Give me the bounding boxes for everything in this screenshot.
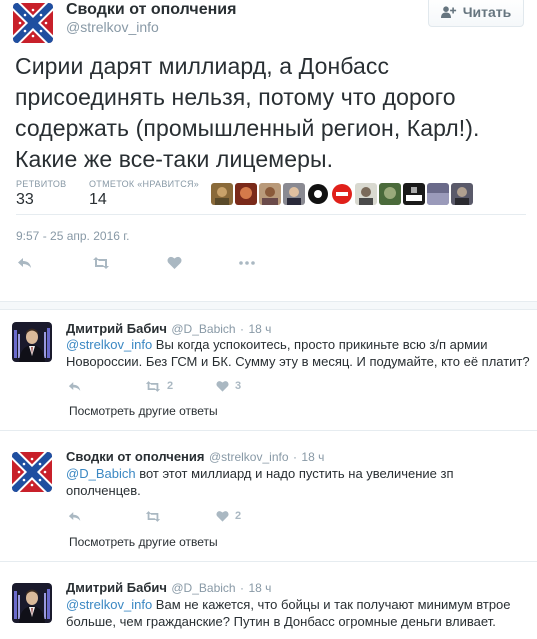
reply-mention[interactable]: @strelkov_info — [66, 337, 152, 352]
reply-mention[interactable]: @strelkov_info — [66, 597, 152, 612]
reply-reply-button[interactable] — [68, 511, 145, 522]
reply-author-name[interactable]: Дмитрий Бабич — [66, 580, 167, 595]
liker-avatar[interactable] — [307, 183, 329, 205]
reply-icon — [68, 381, 81, 391]
liker-avatar[interactable] — [355, 183, 377, 205]
like-icon — [167, 256, 182, 269]
reply-actions: 2 — [68, 510, 268, 522]
liker-avatar[interactable] — [427, 183, 449, 205]
retweets-count[interactable]: 33 — [16, 191, 34, 209]
reply-author-handle[interactable]: @D_Babich — [171, 581, 235, 595]
liker-avatar[interactable] — [283, 183, 305, 205]
reply-text: @D_Babich вот этот миллиард и надо пусти… — [66, 465, 496, 499]
like-button[interactable] — [167, 256, 239, 269]
reply-actions: 2 3 — [68, 380, 268, 392]
reply-button[interactable] — [17, 257, 92, 269]
reply-retweet-button[interactable] — [145, 510, 216, 522]
reply-text: @strelkov_info Вы когда успокоитесь, про… — [66, 336, 530, 370]
reply-author-name[interactable]: Сводки от ополчения — [66, 449, 205, 464]
reply-age[interactable]: 18 ч — [301, 450, 324, 464]
reply-author-handle[interactable]: @strelkov_info — [209, 450, 289, 464]
retweet-icon — [93, 256, 109, 269]
like-icon — [216, 511, 229, 522]
reply-header: Дмитрий Бабич @D_Babich · 18 ч — [66, 579, 271, 597]
stats-divider — [16, 214, 526, 215]
reply-avatar[interactable] — [12, 452, 52, 492]
reply-like-count: 2 — [235, 510, 242, 522]
reply-header: Сводки от ополчения @strelkov_info · 18 … — [66, 448, 324, 466]
reply-like-button[interactable]: 2 — [216, 510, 241, 522]
replies-separator — [0, 301, 537, 310]
reply-icon — [18, 257, 31, 268]
reply-divider — [0, 561, 537, 562]
reply-reply-button[interactable] — [68, 381, 145, 392]
show-more-replies-link[interactable]: Посмотреть другие ответы — [69, 535, 218, 549]
like-icon — [216, 381, 229, 392]
likes-count[interactable]: 14 — [89, 191, 107, 209]
reply-author-name[interactable]: Дмитрий Бабич — [66, 321, 167, 336]
tweet-actions — [17, 256, 257, 269]
reply-sep: · — [240, 581, 245, 595]
reply-avatar[interactable] — [12, 583, 52, 623]
more-button[interactable] — [239, 260, 255, 265]
reply-like-button[interactable]: 3 — [216, 380, 241, 392]
liker-avatar[interactable] — [235, 183, 257, 205]
tweet-text: Сирии дарят миллиард, а Донбасс присоеди… — [15, 53, 480, 172]
reply-retweet-count: 2 — [167, 380, 174, 392]
liker-avatar[interactable] — [379, 183, 401, 205]
likers-avatars — [211, 183, 473, 205]
likes-label: ОТМЕТОК «НРАВИТСЯ» — [89, 179, 200, 189]
reply-age[interactable]: 18 ч — [249, 581, 272, 595]
reply-avatar[interactable] — [12, 322, 52, 362]
author-name[interactable]: Сводки от ополчения — [66, 1, 236, 19]
follow-button-label: Читать — [462, 4, 512, 20]
follow-user-icon — [440, 6, 456, 18]
liker-avatar[interactable] — [403, 183, 425, 205]
follow-button[interactable]: Читать — [428, 0, 524, 27]
author-avatar[interactable] — [13, 3, 53, 43]
liker-avatar[interactable] — [259, 183, 281, 205]
retweet-icon — [145, 380, 161, 392]
reply-sep: · — [292, 450, 297, 464]
retweets-label: РЕТВИТОВ — [16, 179, 67, 189]
tweet-timestamp[interactable]: 9:57 - 25 апр. 2016 г. — [16, 229, 130, 243]
reply-like-count: 3 — [235, 380, 242, 392]
more-icon — [239, 260, 255, 265]
reply-author-handle[interactable]: @D_Babich — [171, 322, 235, 336]
reply-text: @strelkov_info Вам не кажется, что бойцы… — [66, 596, 516, 630]
reply-divider — [0, 430, 537, 431]
reply-mention[interactable]: @D_Babich — [66, 466, 136, 481]
show-more-replies-link[interactable]: Посмотреть другие ответы — [69, 404, 218, 418]
reply-retweet-button[interactable]: 2 — [145, 380, 216, 392]
reply-age[interactable]: 18 ч — [249, 322, 272, 336]
reply-sep: · — [240, 322, 245, 336]
liker-avatar[interactable] — [331, 183, 353, 205]
reply-icon — [68, 511, 81, 521]
retweet-icon — [145, 510, 161, 522]
author-handle[interactable]: @strelkov_info — [66, 19, 159, 35]
liker-avatar[interactable] — [451, 183, 473, 205]
retweet-button[interactable] — [92, 256, 167, 269]
liker-avatar[interactable] — [211, 183, 233, 205]
